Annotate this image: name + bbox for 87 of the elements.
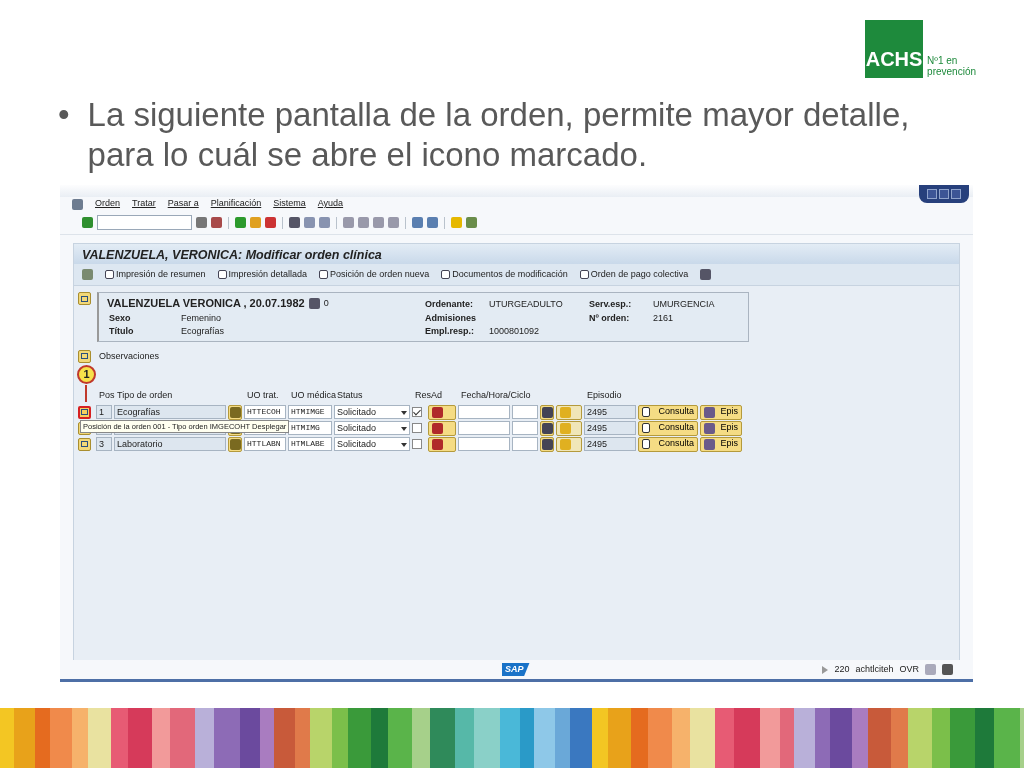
- episode-field: 2495: [584, 421, 636, 435]
- field-value: 2161: [653, 311, 675, 325]
- consult-button[interactable]: Consulta: [638, 404, 698, 420]
- caret-icon: [401, 443, 407, 447]
- menu-item[interactable]: Planificación: [210, 197, 262, 211]
- checkbox[interactable]: [412, 423, 422, 433]
- caret-icon: [401, 411, 407, 415]
- menu-item[interactable]: Ayuda: [317, 197, 344, 211]
- caret-icon: [401, 427, 407, 431]
- episode-button[interactable]: Epis: [700, 404, 742, 420]
- time-field[interactable]: [512, 437, 538, 451]
- checkbox[interactable]: [412, 439, 422, 449]
- toolbar-button[interactable]: Posición de orden nueva: [319, 267, 430, 282]
- user-name: achtlciteh: [855, 662, 894, 676]
- client-number: 220: [834, 662, 850, 676]
- field-label: Ordenante:: [425, 298, 474, 311]
- episode-button[interactable]: Epis: [700, 420, 742, 436]
- logo-tagline: Nº1 en prevención: [927, 56, 976, 78]
- toolbar-button[interactable]: Impresión detallada: [217, 267, 308, 282]
- expand-icon[interactable]: [78, 405, 91, 419]
- command-field[interactable]: [97, 215, 192, 230]
- bullet-dot: •: [58, 95, 70, 135]
- leader-line: [85, 384, 87, 402]
- column-header: Episodio: [586, 389, 623, 402]
- status-dropdown[interactable]: Solicitado: [334, 437, 410, 451]
- expand-icon[interactable]: [78, 292, 91, 305]
- unit-field[interactable]: HTTLABN: [244, 437, 286, 451]
- order-type-field: Laboratorio: [114, 437, 226, 451]
- field-label: Admisiones: [425, 311, 477, 325]
- calendar-button[interactable]: [428, 404, 456, 420]
- time-field[interactable]: [512, 405, 538, 419]
- status-dropdown[interactable]: Solicitado: [334, 405, 410, 419]
- calendar-button[interactable]: [428, 436, 456, 452]
- step-number: 1: [77, 364, 96, 384]
- column-header: ResAd: [414, 389, 443, 402]
- position-field: 3: [96, 437, 112, 451]
- toolbar-button[interactable]: Orden de pago colectiva: [579, 267, 689, 282]
- menu-item[interactable]: Orden: [95, 197, 120, 211]
- calendar-button[interactable]: [428, 420, 456, 436]
- field-label: Empl.resp.:: [425, 325, 475, 338]
- field-value: 1000801092: [489, 325, 541, 338]
- date-field[interactable]: [458, 405, 510, 419]
- logo-mark: ACHS: [865, 20, 924, 78]
- unit-field[interactable]: HTTECOH: [244, 405, 286, 419]
- screen-title: VALENZUELA, VERONICA: Modificar orden clínica: [74, 244, 959, 264]
- column-header: Fecha/Hora/Ciclo: [460, 389, 532, 402]
- patient-name: VALENZUELA VERONICA , 20.07.1982: [107, 296, 305, 311]
- menu-item[interactable]: Pasar a: [167, 197, 199, 211]
- unit-field[interactable]: HTMIMG: [288, 421, 332, 435]
- field-value: Femenino: [181, 311, 223, 325]
- expand-icon[interactable]: [78, 437, 91, 451]
- sap-logo: SAP: [502, 662, 530, 677]
- column-header: UO trat.: [246, 389, 280, 402]
- field-label: Serv.esp.:: [589, 298, 633, 311]
- column-header: Pos: [98, 389, 112, 402]
- unit-field[interactable]: HTMLABE: [288, 437, 332, 451]
- input-mode: OVR: [899, 662, 919, 676]
- status-dropdown[interactable]: Solicitado: [334, 421, 410, 435]
- field-label: Sexo: [109, 311, 132, 325]
- column-header: Status: [336, 389, 364, 402]
- unit-field[interactable]: HTMIMGE: [288, 405, 332, 419]
- date-field[interactable]: [458, 421, 510, 435]
- menu-item[interactable]: Sistema: [273, 197, 306, 211]
- column-header: Tipo de orden: [116, 389, 174, 402]
- field-value: UMURGENCIA: [653, 298, 716, 311]
- field-value: UTURGEADULTO: [489, 298, 564, 311]
- toolbar-button[interactable]: Impresión de resumen: [105, 267, 206, 282]
- section-label: Observaciones: [99, 349, 160, 363]
- date-field[interactable]: [458, 437, 510, 451]
- checkbox[interactable]: [412, 407, 422, 417]
- expand-icon[interactable]: [78, 349, 91, 363]
- consult-button[interactable]: Consulta: [638, 436, 698, 452]
- field-label: Nº orden:: [589, 311, 631, 325]
- field-value: Ecografías: [181, 325, 226, 338]
- bullet-text: La siguiente pantalla de la orden, permite mayor detalle, para lo cuál se abre el icono marcado.: [87, 95, 911, 175]
- episode-button[interactable]: Epis: [700, 436, 742, 452]
- position-field: 1: [96, 405, 112, 419]
- phone-count: 0: [323, 296, 329, 310]
- menu-item[interactable]: Tratar: [132, 197, 156, 211]
- order-type-field: Ecografías: [114, 405, 226, 419]
- toolbar-button[interactable]: Documentos de modificación: [441, 267, 568, 282]
- episode-field: 2495: [584, 437, 636, 451]
- consult-button[interactable]: Consulta: [638, 420, 698, 436]
- time-field[interactable]: [512, 421, 538, 435]
- field-label: Título: [109, 325, 135, 338]
- episode-field: 2495: [584, 405, 636, 419]
- play-icon[interactable]: [822, 665, 829, 674]
